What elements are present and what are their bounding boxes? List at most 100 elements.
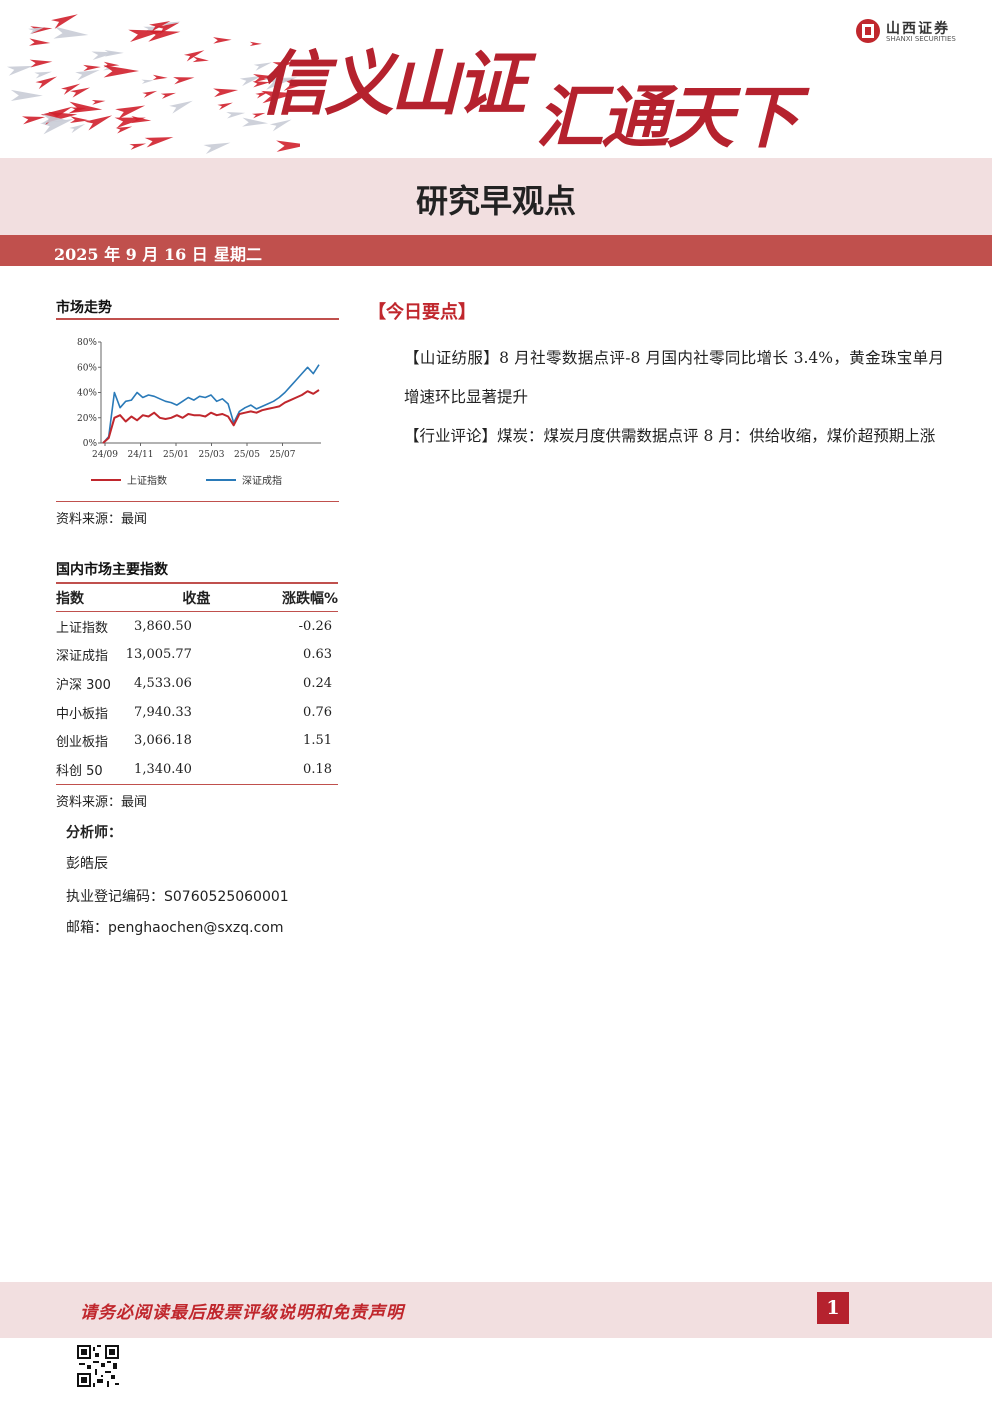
- series-line-shenzhen: [102, 364, 320, 444]
- table-row: 深证成指 13,005.77 0.63: [56, 641, 338, 670]
- y-tick-label: 80%: [77, 338, 97, 348]
- index-name: 中小板指: [56, 706, 109, 722]
- arrow-decoration-icon: [276, 140, 300, 152]
- series-line-shanghai: [102, 389, 320, 444]
- x-tick-label: 25/01: [163, 450, 189, 460]
- arrow-decoration-icon: [29, 38, 51, 46]
- arrow-decoration-icon: [203, 142, 231, 155]
- index-change: 0.18: [277, 754, 338, 785]
- title-band: 研究早观点: [0, 158, 992, 235]
- arrow-decoration-icon: [173, 77, 195, 85]
- index-change: 0.24: [303, 675, 332, 691]
- index-name: 创业板指: [56, 735, 109, 751]
- legend-label: 深证成指: [242, 474, 282, 487]
- arrow-decoration-icon: [10, 89, 43, 102]
- key-point-tag: 【山证纺服】: [404, 349, 500, 367]
- arrow-decoration-icon: [152, 74, 168, 81]
- index-change: 1.51: [303, 733, 332, 749]
- header-close: 收盘: [114, 582, 278, 612]
- header-change: 涨跌幅%: [277, 582, 338, 612]
- qr-code-icon: [77, 1345, 119, 1387]
- table-row: 创业板指 3,066.18 1.51: [56, 726, 338, 755]
- index-close: 3,066.18: [134, 733, 192, 749]
- index-close: 1,340.40: [114, 754, 278, 785]
- legend-label: 上证指数: [127, 474, 167, 487]
- arrow-decoration-icon: [51, 14, 78, 29]
- analyst-email[interactable]: 邮箱：penghaochen@sxzq.com: [66, 917, 284, 937]
- arrow-decoration-icon: [144, 137, 174, 148]
- arrow-decoration-icon: [142, 90, 158, 98]
- y-tick-label: 60%: [77, 363, 97, 373]
- index-change: 0.63: [303, 647, 332, 663]
- arrow-flock-graphic: [6, 14, 300, 155]
- arrow-decoration-icon: [129, 143, 147, 150]
- y-tick-label: 20%: [77, 414, 97, 424]
- arrow-decoration-icon: [169, 100, 193, 114]
- index-name: 深证成指: [56, 649, 109, 665]
- index-close: 7,940.33: [134, 704, 192, 720]
- x-tick-label: 25/07: [270, 450, 296, 460]
- index-name: 上证指数: [56, 620, 109, 636]
- x-tick-label: 25/05: [234, 450, 260, 460]
- market-trend-chart: 0% 20% 40% 60% 80% 24/09 24/11 25/01 25/03 25/05 2…: [77, 338, 321, 487]
- index-name: 科创 50: [56, 754, 115, 785]
- indices-title: 国内市场主要指数: [56, 562, 168, 578]
- x-tick-label: 24/11: [128, 450, 154, 460]
- x-tick-label: 24/09: [92, 450, 118, 460]
- disclaimer-link[interactable]: 请务必阅读最后股票评级说明和免责声明: [80, 1298, 404, 1323]
- arrow-decoration-icon: [84, 115, 113, 131]
- table-row: 中小板指 7,940.33 0.76: [56, 698, 338, 727]
- page-number: 1: [817, 1292, 849, 1324]
- slogan-primary: 信义山证: [258, 42, 526, 125]
- arrow-decoration-icon: [141, 79, 154, 84]
- arrow-decoration-icon: [83, 64, 101, 71]
- arrow-decoration-icon: [226, 112, 246, 119]
- arrow-decoration-icon: [69, 116, 90, 123]
- market-trend-rule: [56, 318, 339, 320]
- index-close: 3,860.50: [134, 618, 192, 634]
- x-tick-label: 25/03: [199, 450, 225, 460]
- report-date: 2025 年 9 月 16 日: [54, 245, 208, 264]
- page-header: 信义山证 汇通天下 山西证券 SHANXI SECURITIES: [0, 0, 992, 158]
- arrow-decoration-icon: [53, 26, 89, 39]
- index-name: 沪深 300: [56, 677, 111, 693]
- company-logo: 山西证券 SHANXI SECURITIES: [855, 16, 975, 46]
- arrow-decoration-icon: [91, 100, 106, 105]
- arrow-decoration-icon: [192, 56, 209, 63]
- header-index: 指数: [56, 582, 115, 612]
- report-weekday: 星期二: [214, 245, 263, 264]
- arrow-decoration-icon: [213, 37, 232, 44]
- y-tick-label: 40%: [77, 389, 97, 399]
- arrow-decoration-icon: [103, 65, 140, 78]
- index-close: 4,533.06: [134, 675, 192, 691]
- date-bar: 2025 年 9 月 16 日 星期二: [0, 235, 992, 266]
- analyst-name: 彭皓辰: [66, 856, 108, 872]
- key-points-title: 【今日要点】: [368, 302, 476, 323]
- analyst-label: 分析师：: [66, 825, 122, 841]
- table-row: 科创 50 1,340.40 0.18: [56, 754, 338, 785]
- chart-source: 资料来源：最闻: [56, 512, 148, 527]
- arrow-decoration-icon: [160, 92, 176, 99]
- arrow-decoration-icon: [29, 59, 53, 68]
- key-point-item[interactable]: 【山证纺服】8 月社零数据点评-8 月国内社零同比增长 3.4%，黄金珠宝单月增…: [404, 339, 944, 417]
- chart-bottom-rule: [56, 501, 339, 502]
- table-row: 上证指数 3,860.50 -0.26: [56, 612, 338, 641]
- y-tick-label: 0%: [83, 439, 98, 449]
- indices-header-row: 指数 收盘 涨跌幅%: [56, 582, 338, 612]
- slogan-secondary: 汇通天下: [536, 78, 799, 158]
- key-point-text: 煤炭：煤炭月度供需数据点评 8 月：供给收缩，煤价超预期上涨: [497, 427, 936, 445]
- key-point-tag: 【行业评论】: [404, 427, 498, 445]
- indices-table: 指数 收盘 涨跌幅% 上证指数 3,860.50 -0.26 深证成指 13,005.7…: [56, 582, 338, 785]
- table-row: 沪深 300 4,533.06 0.24: [56, 669, 338, 698]
- arrow-decoration-icon: [6, 65, 34, 76]
- key-point-item[interactable]: 【行业评论】煤炭：煤炭月度供需数据点评 8 月：供给收缩，煤价超预期上涨: [404, 417, 944, 456]
- logo-name-en: SHANXI SECURITIES: [886, 35, 956, 43]
- arrow-decoration-icon: [115, 105, 146, 120]
- arrow-decoration-icon: [217, 102, 233, 110]
- index-change: -0.26: [298, 618, 332, 634]
- market-trend-title: 市场走势: [56, 300, 112, 316]
- arrow-decoration-icon: [34, 71, 52, 79]
- page-footer: 请务必阅读最后股票评级说明和免责声明 1: [0, 1282, 992, 1338]
- arrow-decoration-icon: [213, 88, 239, 98]
- arrow-decoration-icon: [69, 124, 86, 134]
